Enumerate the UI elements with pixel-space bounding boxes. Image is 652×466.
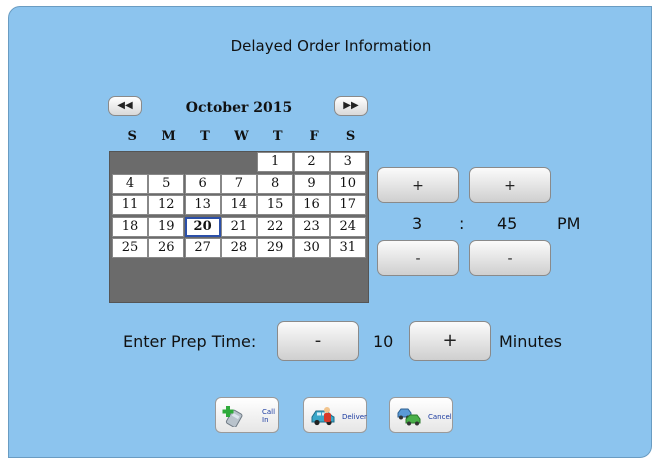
- time-separator: :: [459, 214, 465, 233]
- calendar-day[interactable]: 4: [112, 173, 148, 194]
- hour-down-button[interactable]: -: [377, 240, 459, 276]
- weekday-label: F: [309, 129, 319, 144]
- call-in-label-line2: In: [262, 416, 269, 424]
- minute-down-button[interactable]: -: [469, 240, 551, 276]
- calendar-day[interactable]: 10: [329, 173, 366, 194]
- rewind-icon: ◀◀: [117, 100, 133, 111]
- weekday-label: S: [345, 129, 356, 144]
- calendar-day[interactable]: 14: [220, 195, 257, 215]
- calendar-day[interactable]: 18: [112, 216, 148, 237]
- calendar-day[interactable]: 1: [257, 152, 294, 172]
- calendar-day[interactable]: 26: [148, 238, 185, 258]
- weekday-label: M: [161, 129, 176, 144]
- delayed-order-dialog: Delayed Order Information ◀◀ October 201…: [8, 6, 652, 458]
- calendar-day[interactable]: 15: [257, 195, 294, 215]
- calendar-day[interactable]: 25: [112, 238, 148, 258]
- calendar-grid: 1 2 3 4 5 6 7 8 9 10 11 12 13 14 15 16 17 18 19 20 21 22 23 24 2…: [109, 151, 369, 303]
- prep-time-label: Enter Prep Time:: [123, 332, 257, 351]
- fast-forward-icon: ▶▶: [343, 100, 359, 111]
- ampm-value: PM: [557, 214, 581, 233]
- calendar-day[interactable]: 19: [148, 216, 185, 237]
- weekday-label: W: [234, 129, 249, 144]
- hour-value: 3: [412, 214, 423, 233]
- calendar-day[interactable]: 9: [293, 173, 330, 194]
- cancel-label: Cancel: [428, 413, 452, 421]
- calendar-day[interactable]: 8: [257, 173, 294, 194]
- calendar-day[interactable]: 31: [329, 238, 366, 258]
- calendar-day[interactable]: 22: [257, 216, 294, 237]
- weekday-header: S M T W T F S: [114, 129, 369, 144]
- calendar-day[interactable]: 30: [293, 238, 330, 258]
- cancel-car-icon: [397, 408, 421, 426]
- calendar-day[interactable]: 7: [220, 173, 257, 194]
- call-in-button[interactable]: Call In: [215, 397, 279, 433]
- minute-value: 45: [497, 214, 518, 233]
- hour-up-button[interactable]: +: [377, 167, 459, 203]
- delivery-car-icon: [311, 407, 335, 426]
- calendar-day-selected[interactable]: 20: [184, 216, 221, 237]
- calendar-day[interactable]: 17: [329, 195, 366, 215]
- weekday-label: S: [127, 129, 137, 144]
- prev-month-button[interactable]: ◀◀: [108, 96, 142, 116]
- month-label: October 2015: [185, 100, 293, 116]
- calendar-day[interactable]: 2: [293, 152, 330, 172]
- next-month-button[interactable]: ▶▶: [334, 96, 368, 116]
- calendar-day[interactable]: 13: [184, 195, 221, 215]
- cancel-button[interactable]: Cancel: [389, 397, 453, 433]
- calendar-day[interactable]: 28: [220, 238, 257, 258]
- minute-up-button[interactable]: +: [469, 167, 551, 203]
- prep-minus-button[interactable]: -: [277, 321, 359, 361]
- calendar-day[interactable]: 29: [257, 238, 294, 258]
- prep-time-value: 10: [373, 332, 394, 351]
- prep-plus-button[interactable]: +: [409, 321, 491, 361]
- prep-unit-label: Minutes: [499, 332, 562, 351]
- weekday-label: T: [272, 129, 283, 144]
- calendar-day[interactable]: 5: [148, 173, 185, 194]
- calendar-day[interactable]: 16: [293, 195, 330, 215]
- calendar-day[interactable]: 12: [148, 195, 185, 215]
- calendar-day[interactable]: 21: [220, 216, 257, 237]
- calendar-day[interactable]: 6: [184, 173, 221, 194]
- deliver-button[interactable]: Deliver: [303, 397, 367, 433]
- calendar-day[interactable]: 23: [293, 216, 330, 237]
- calendar-day[interactable]: 27: [184, 238, 221, 258]
- phone-icon: [222, 406, 243, 427]
- call-in-label-line1: Call: [262, 408, 276, 416]
- deliver-label: Deliver: [342, 413, 367, 421]
- calendar-day[interactable]: 3: [329, 152, 366, 172]
- calendar-day[interactable]: 11: [112, 195, 148, 215]
- dialog-title: Delayed Order Information: [230, 37, 432, 55]
- calendar-day[interactable]: 24: [329, 216, 366, 237]
- weekday-label: T: [200, 129, 210, 144]
